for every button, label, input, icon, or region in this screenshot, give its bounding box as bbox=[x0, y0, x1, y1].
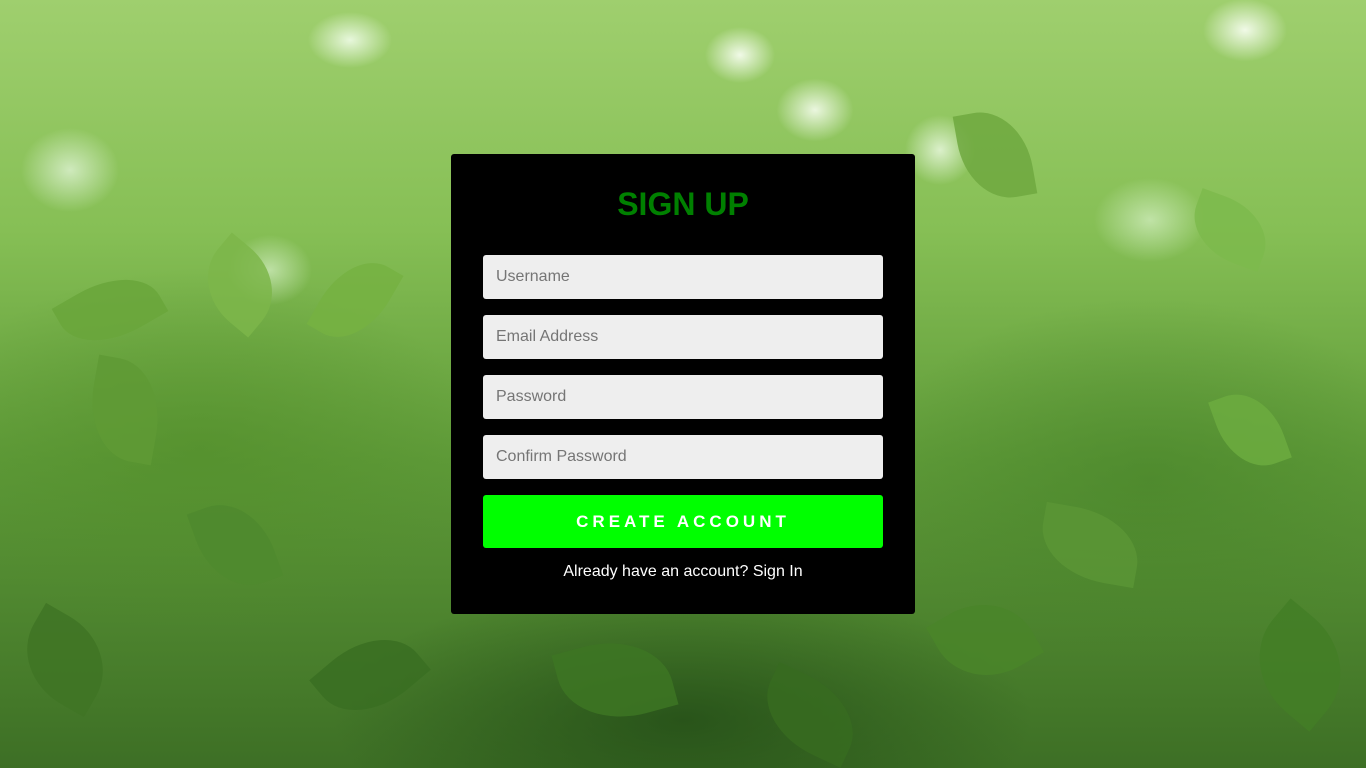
leaf-decoration bbox=[186, 490, 284, 600]
leaf-decoration bbox=[749, 662, 871, 768]
signin-prompt: Already have an account? Sign In bbox=[451, 563, 915, 581]
email-input[interactable] bbox=[483, 315, 883, 359]
leaf-decoration bbox=[1182, 188, 1278, 272]
confirm-password-input[interactable] bbox=[483, 435, 883, 479]
leaf-decoration bbox=[926, 582, 1044, 698]
leaf-decoration bbox=[1208, 382, 1292, 478]
leaf-decoration bbox=[186, 232, 294, 338]
leaf-decoration bbox=[1034, 501, 1146, 589]
leaf-decoration bbox=[51, 259, 169, 361]
leaf-decoration bbox=[309, 616, 431, 734]
username-input[interactable] bbox=[483, 255, 883, 299]
signin-link[interactable]: Sign In bbox=[753, 563, 803, 580]
leaf-decoration bbox=[551, 627, 679, 733]
create-account-button[interactable]: CREATE ACCOUNT bbox=[483, 495, 883, 548]
signup-title: SIGN UP bbox=[617, 186, 749, 222]
leaf-decoration bbox=[1232, 598, 1366, 732]
signup-card: SIGN UP CREATE ACCOUNT Already have an a… bbox=[451, 154, 915, 614]
leaf-decoration bbox=[952, 104, 1038, 206]
leaf-decoration bbox=[306, 246, 404, 354]
signin-prompt-text: Already have an account? bbox=[563, 563, 749, 580]
leaf-decoration bbox=[6, 602, 124, 718]
leaf-decoration bbox=[81, 354, 169, 466]
password-input[interactable] bbox=[483, 375, 883, 419]
